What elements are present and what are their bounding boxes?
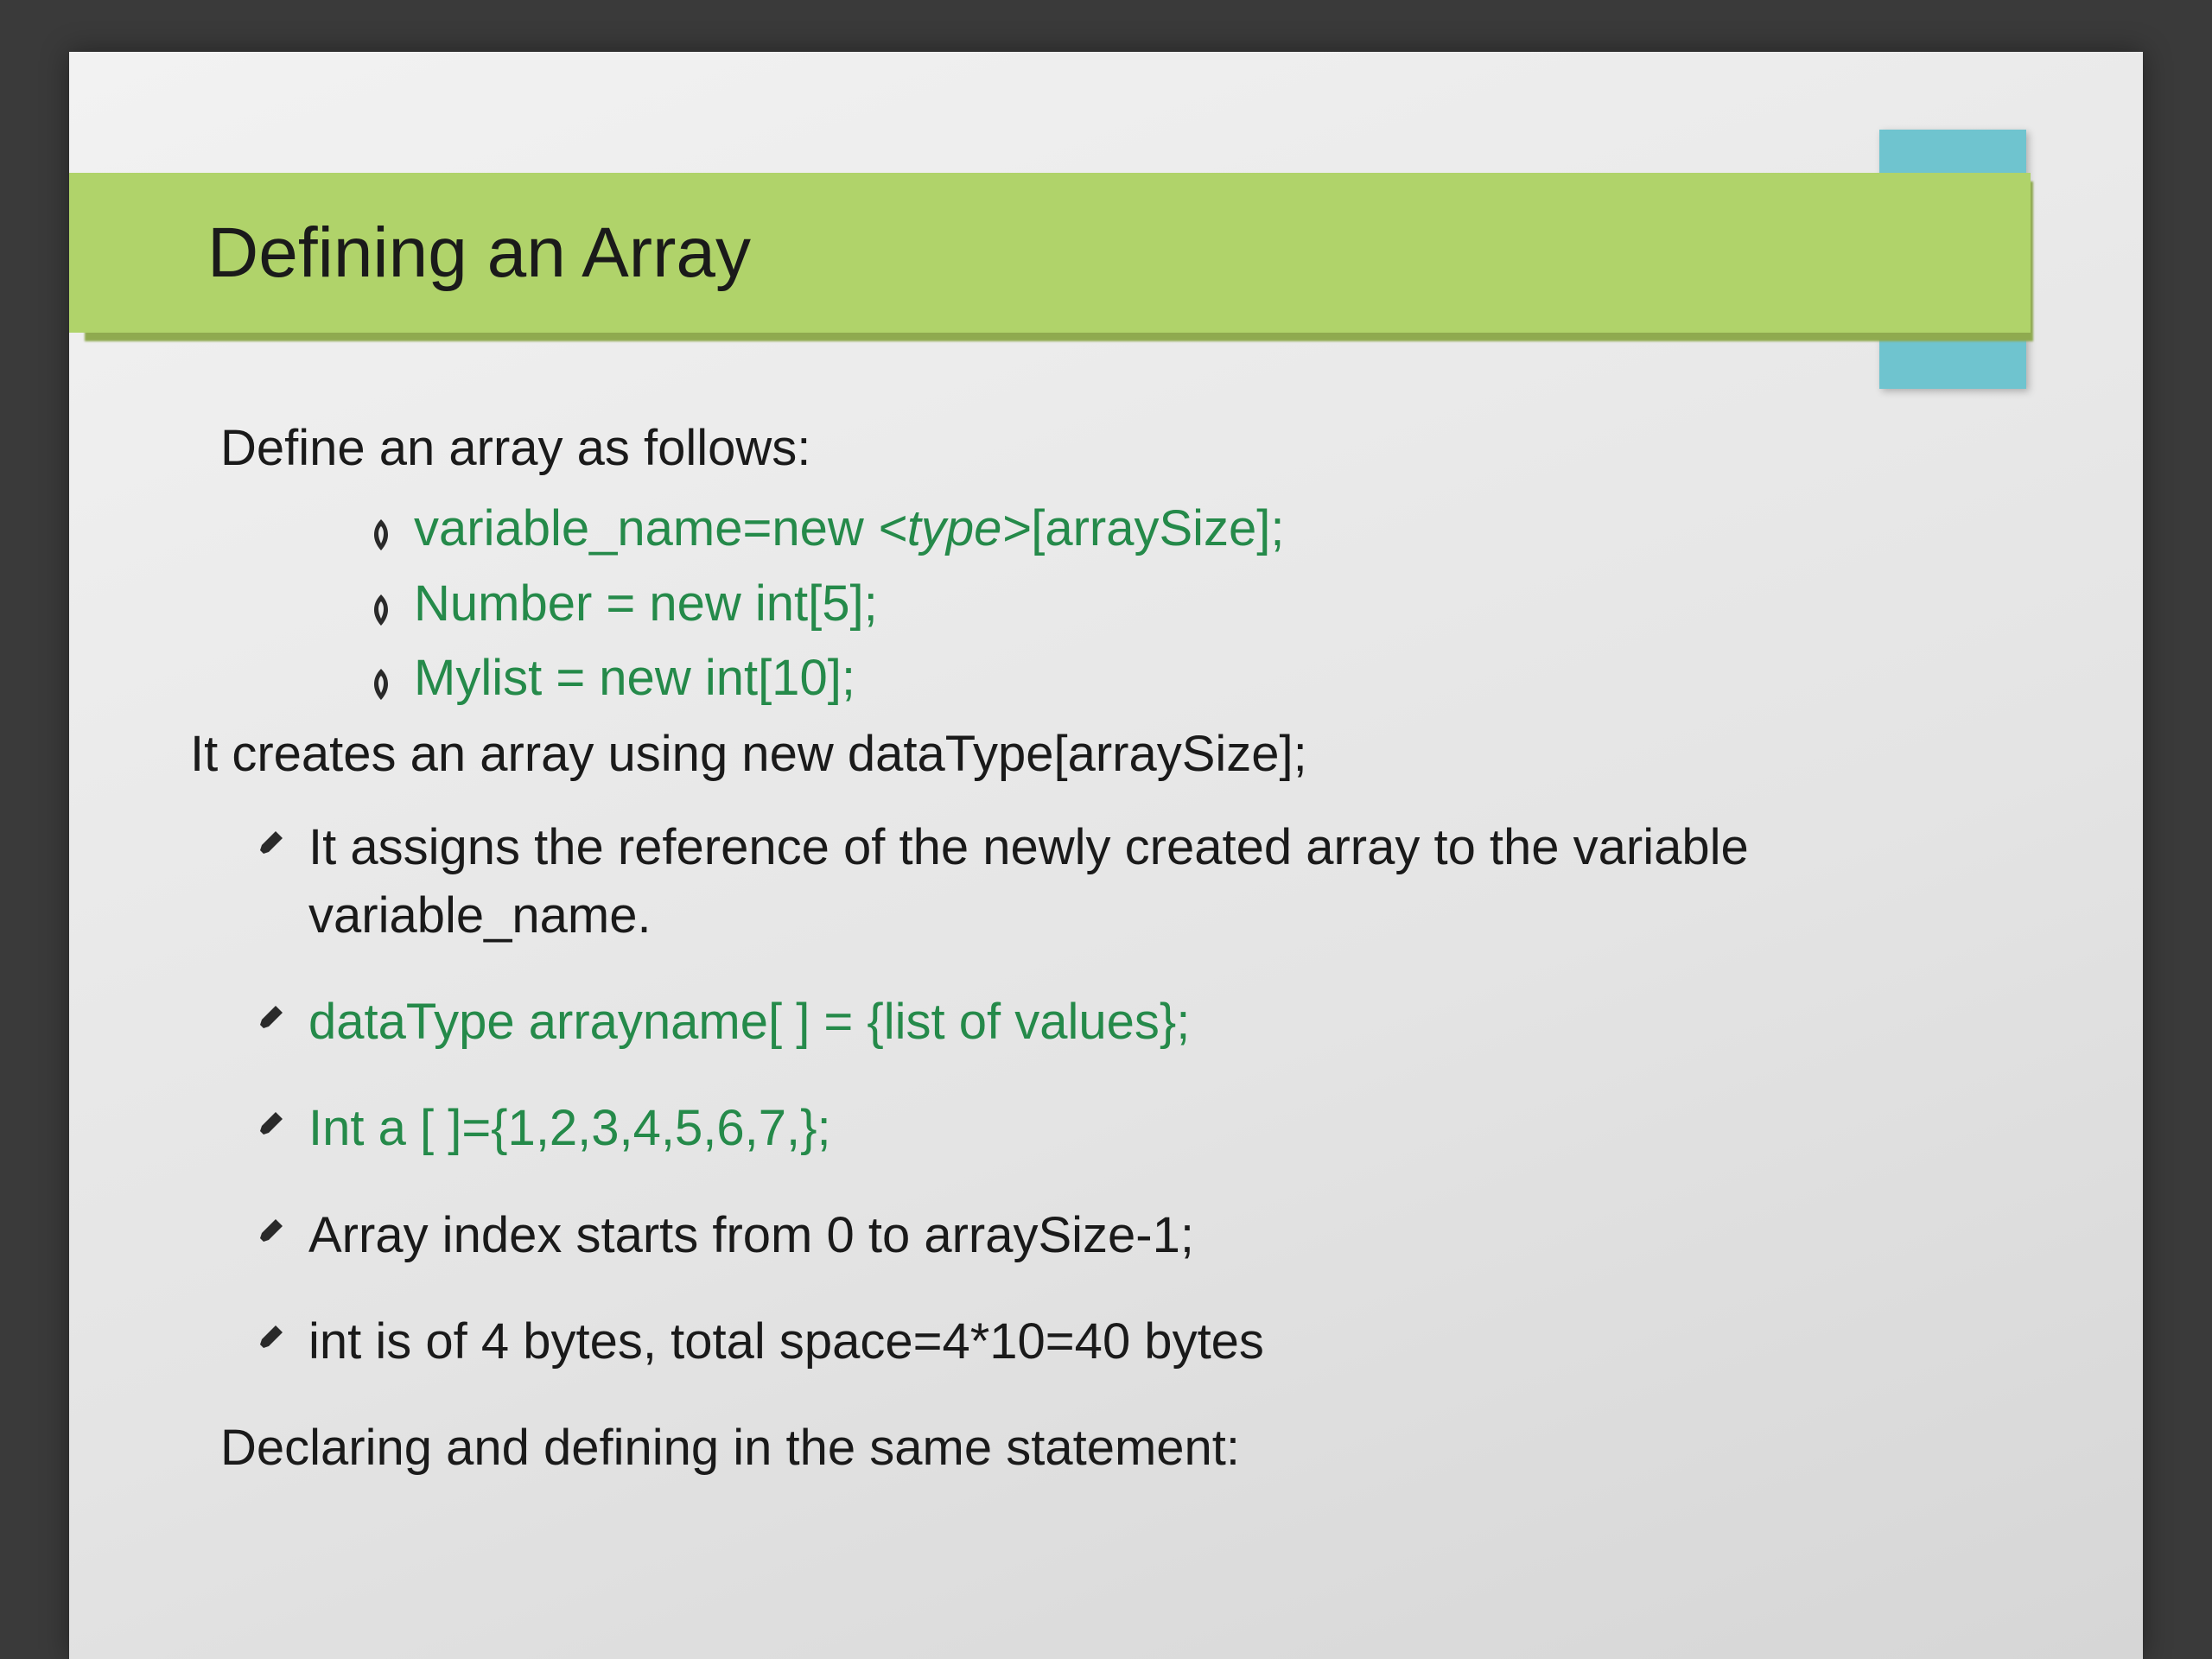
- ribbon-item-text: variable_name=new <type>[arraySize];: [414, 495, 1285, 563]
- ribbon-item: Mylist = new int[10];: [367, 645, 2022, 712]
- pen-bullet-icon: [255, 1004, 284, 1033]
- slide-content: Define an array as follows: variable_nam…: [220, 415, 2022, 1483]
- pen-bullet-icon: [255, 1324, 284, 1353]
- pen-bullet-icon: [255, 830, 284, 859]
- bullet-list: It assigns the reference of the newly cr…: [255, 814, 2022, 1376]
- ribbon-item: Number = new int[5];: [367, 570, 2022, 638]
- text-part: variable_name=new: [414, 500, 878, 556]
- bullet-text: It assigns the reference of the newly cr…: [308, 814, 2022, 950]
- text-part: Number = new int[5];: [414, 575, 878, 632]
- after-ribbon-line: It creates an array using new dataType[a…: [190, 721, 2022, 788]
- text-part: Mylist = new int[10];: [414, 650, 855, 706]
- bullet-text: Array index starts from 0 to arraySize-1…: [308, 1202, 2022, 1269]
- ribbon-item-text: Number = new int[5];: [414, 570, 878, 638]
- bullet-text: Int a [ ]={1,2,3,4,5,6,7,};: [308, 1095, 2022, 1162]
- bullet-item: Int a [ ]={1,2,3,4,5,6,7,};: [255, 1095, 2022, 1162]
- title-bar: Defining an Array: [69, 173, 2031, 333]
- bullet-item: int is of 4 bytes, total space=4*10=40 b…: [255, 1308, 2022, 1376]
- ribbon-bullet-icon: [367, 593, 395, 627]
- text-part: [arraySize];: [1031, 500, 1284, 556]
- text-italic: <type>: [878, 500, 1031, 556]
- bullet-text: int is of 4 bytes, total space=4*10=40 b…: [308, 1308, 2022, 1376]
- bullet-item: It assigns the reference of the newly cr…: [255, 814, 2022, 950]
- pen-bullet-icon: [255, 1110, 284, 1140]
- slide-stage: Defining an Array Define an array as fol…: [0, 0, 2212, 1659]
- intro-line: Define an array as follows:: [220, 415, 2022, 482]
- ribbon-bullet-icon: [367, 518, 395, 552]
- ribbon-item-text: Mylist = new int[10];: [414, 645, 855, 712]
- ribbon-bullet-icon: [367, 667, 395, 702]
- slide-title: Defining an Array: [207, 213, 751, 294]
- slide-card: Defining an Array Define an array as fol…: [69, 52, 2143, 1659]
- ribbon-item: variable_name=new <type>[arraySize];: [367, 495, 2022, 563]
- last-line: Declaring and defining in the same state…: [220, 1414, 2022, 1482]
- ribbon-list: variable_name=new <type>[arraySize]; Num…: [367, 495, 2022, 712]
- pen-bullet-icon: [255, 1217, 284, 1247]
- bullet-text: dataType arrayname[ ] = {list of values}…: [308, 988, 2022, 1056]
- bullet-item: dataType arrayname[ ] = {list of values}…: [255, 988, 2022, 1056]
- bullet-item: Array index starts from 0 to arraySize-1…: [255, 1202, 2022, 1269]
